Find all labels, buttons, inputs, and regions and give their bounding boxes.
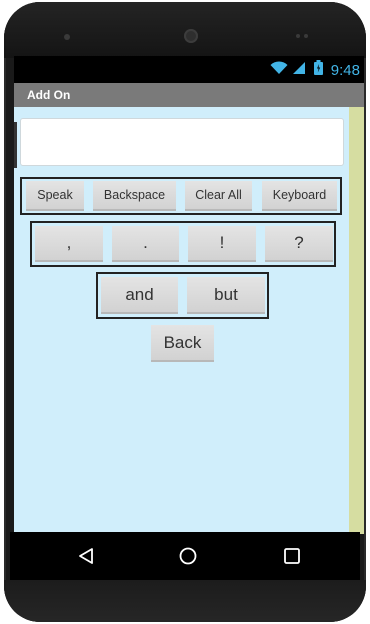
- status-time: 9:48: [330, 61, 360, 79]
- status-bar: 9:48: [14, 56, 364, 83]
- keyboard-button[interactable]: Keyboard: [262, 181, 337, 211]
- nav-home-icon[interactable]: [176, 544, 200, 568]
- app-title: Add On: [27, 88, 71, 102]
- nav-recents-icon[interactable]: [280, 544, 304, 568]
- clear-all-button[interactable]: Clear All: [185, 181, 252, 211]
- front-camera: [184, 29, 198, 43]
- phone-bottom-bezel: [4, 580, 366, 622]
- and-button[interactable]: and: [101, 277, 178, 314]
- period-button[interactable]: .: [112, 226, 179, 262]
- side-strip: [349, 107, 364, 534]
- control-button-row: Speak Backspace Clear All Keyboard: [20, 177, 342, 215]
- wifi-icon: [270, 60, 288, 80]
- conjunction-button-row: and but: [96, 272, 269, 319]
- proximity-sensor: [296, 34, 300, 38]
- signal-icon: [292, 61, 306, 80]
- but-button[interactable]: but: [187, 277, 265, 314]
- phone-top-bezel: [4, 2, 366, 58]
- battery-icon: [313, 60, 323, 80]
- nav-back-icon[interactable]: [74, 544, 98, 568]
- speak-button[interactable]: Speak: [26, 181, 84, 211]
- backspace-button[interactable]: Backspace: [93, 181, 176, 211]
- punctuation-button-row: , . ! ?: [30, 221, 336, 267]
- app-content: [14, 107, 349, 534]
- comma-button[interactable]: ,: [35, 226, 103, 262]
- left-edge-marker: [14, 122, 17, 168]
- android-nav-bar: [10, 532, 360, 580]
- back-button[interactable]: Back: [151, 325, 214, 362]
- screen: 9:48 Add On Speak Backspace Clear All Ke…: [14, 56, 364, 534]
- exclamation-button[interactable]: !: [188, 226, 256, 262]
- speech-text-input[interactable]: [20, 118, 344, 166]
- app-title-bar: Add On: [14, 83, 364, 107]
- front-sensor: [64, 34, 70, 40]
- phone-frame: 9:48 Add On Speak Backspace Clear All Ke…: [4, 2, 366, 622]
- light-sensor: [304, 34, 308, 38]
- question-mark-button[interactable]: ?: [265, 226, 333, 262]
